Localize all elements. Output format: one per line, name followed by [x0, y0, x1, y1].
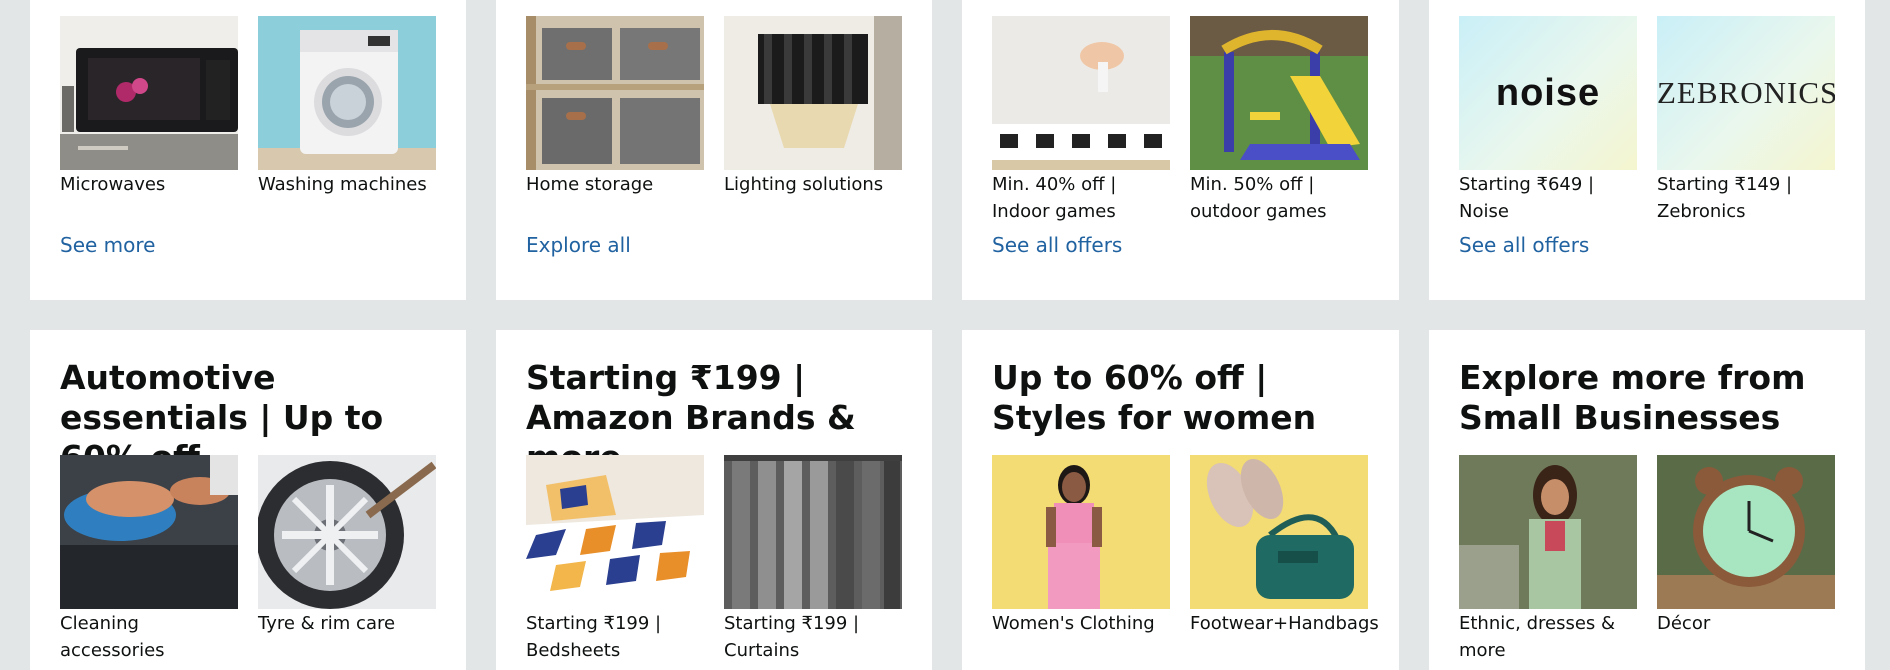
womens-clothing-image[interactable] [992, 455, 1170, 609]
tile-noise[interactable]: noise Starting ₹649 | Noise [1459, 16, 1637, 225]
card-title: Up to 60% off | Styles for women [992, 358, 1317, 437]
wall-light-image[interactable] [724, 16, 902, 170]
tile-washing-machines[interactable]: Washing machines [258, 16, 436, 198]
card-womens-styles: Up to 60% off | Styles for women Women's… [962, 330, 1399, 670]
explore-all-link[interactable]: Explore all [526, 233, 631, 257]
tile-label[interactable]: Home storage [526, 171, 704, 198]
tile-curtains[interactable]: Starting ₹199 | Curtains [724, 455, 902, 664]
card-automotive: Automotive essentials | Up to 60% off Cl… [30, 330, 466, 670]
card-appliances: Microwaves Washing machines See more [30, 0, 466, 300]
see-all-offers-link[interactable]: See all offers [992, 233, 1122, 257]
tile-label[interactable]: Ethnic, dresses & more [1459, 610, 1637, 664]
tile-label[interactable]: Décor [1657, 610, 1835, 637]
curtains-image[interactable] [724, 455, 902, 609]
tile-zebronics[interactable]: ZEBRONICS Starting ₹149 | Zebronics [1657, 16, 1835, 225]
alarm-clock-image[interactable] [1657, 455, 1835, 609]
tile-indoor-games[interactable]: Min. 40% off | Indoor games [992, 16, 1170, 225]
tile-label[interactable]: Lighting solutions [724, 171, 902, 198]
tile-cleaning-accessories[interactable]: Cleaning accessories [60, 455, 238, 664]
tile-label[interactable]: Microwaves [60, 171, 238, 198]
tile-label[interactable]: Min. 40% off | Indoor games [992, 171, 1170, 225]
zebronics-logo[interactable]: ZEBRONICS [1657, 16, 1835, 170]
tile-label[interactable]: Starting ₹199 | Curtains [724, 610, 902, 664]
tile-label[interactable]: Min. 50% off | outdoor games [1190, 171, 1368, 225]
tile-tyre-rim-care[interactable]: Tyre & rim care [258, 455, 436, 637]
storage-bins-image[interactable] [526, 16, 704, 170]
zebronics-logo-text: ZEBRONICS [1657, 75, 1835, 110]
tile-label[interactable]: Tyre & rim care [258, 610, 436, 637]
footwear-handbag-image[interactable] [1190, 455, 1368, 609]
microwave-image[interactable] [60, 16, 238, 170]
tile-womens-clothing[interactable]: Women's Clothing [992, 455, 1170, 637]
tile-outdoor-games[interactable]: Min. 50% off | outdoor games [1190, 16, 1368, 225]
tile-label[interactable]: Footwear+Handbags [1190, 610, 1379, 637]
card-small-businesses: Explore more from Small Businesses Ethni… [1429, 330, 1865, 670]
tile-label[interactable]: Starting ₹149 | Zebronics [1657, 171, 1835, 225]
card-home: Home storage Lighting solutions Explore … [496, 0, 932, 300]
tile-label[interactable]: Starting ₹199 | Bedsheets [526, 610, 704, 664]
tile-label[interactable]: Women's Clothing [992, 610, 1170, 637]
see-more-link[interactable]: See more [60, 233, 155, 257]
rim-care-image[interactable] [258, 455, 436, 609]
see-all-offers-link[interactable]: See all offers [1459, 233, 1589, 257]
tile-label[interactable]: Washing machines [258, 171, 436, 198]
ethnic-dress-image[interactable] [1459, 455, 1637, 609]
card-title: Explore more from Small Businesses [1459, 358, 1806, 437]
noise-logo-text: noise [1495, 71, 1601, 114]
tile-label[interactable]: Cleaning accessories [60, 610, 238, 664]
tile-microwaves[interactable]: Microwaves [60, 16, 238, 198]
tile-lighting[interactable]: Lighting solutions [724, 16, 902, 198]
car-cleaning-image[interactable] [60, 455, 238, 609]
noise-logo[interactable]: noise [1459, 16, 1637, 170]
tile-ethnic-dresses[interactable]: Ethnic, dresses & more [1459, 455, 1637, 664]
tile-footwear-handbags[interactable]: Footwear+Handbags [1190, 455, 1379, 637]
card-games: Min. 40% off | Indoor games Min. 50% off… [962, 0, 1399, 300]
card-amazon-brands: Starting ₹199 | Amazon Brands & more Sta… [496, 330, 932, 670]
tile-home-storage[interactable]: Home storage [526, 16, 704, 198]
washing-machine-image[interactable] [258, 16, 436, 170]
slide-swing-image[interactable] [1190, 16, 1368, 170]
card-audio-brands: noise Starting ₹649 | Noise ZEBRONICS St… [1429, 0, 1865, 300]
chess-image[interactable] [992, 16, 1170, 170]
tile-decor[interactable]: Décor [1657, 455, 1835, 637]
bedsheet-image[interactable] [526, 455, 704, 609]
tile-bedsheets[interactable]: Starting ₹199 | Bedsheets [526, 455, 704, 664]
tile-label[interactable]: Starting ₹649 | Noise [1459, 171, 1637, 225]
